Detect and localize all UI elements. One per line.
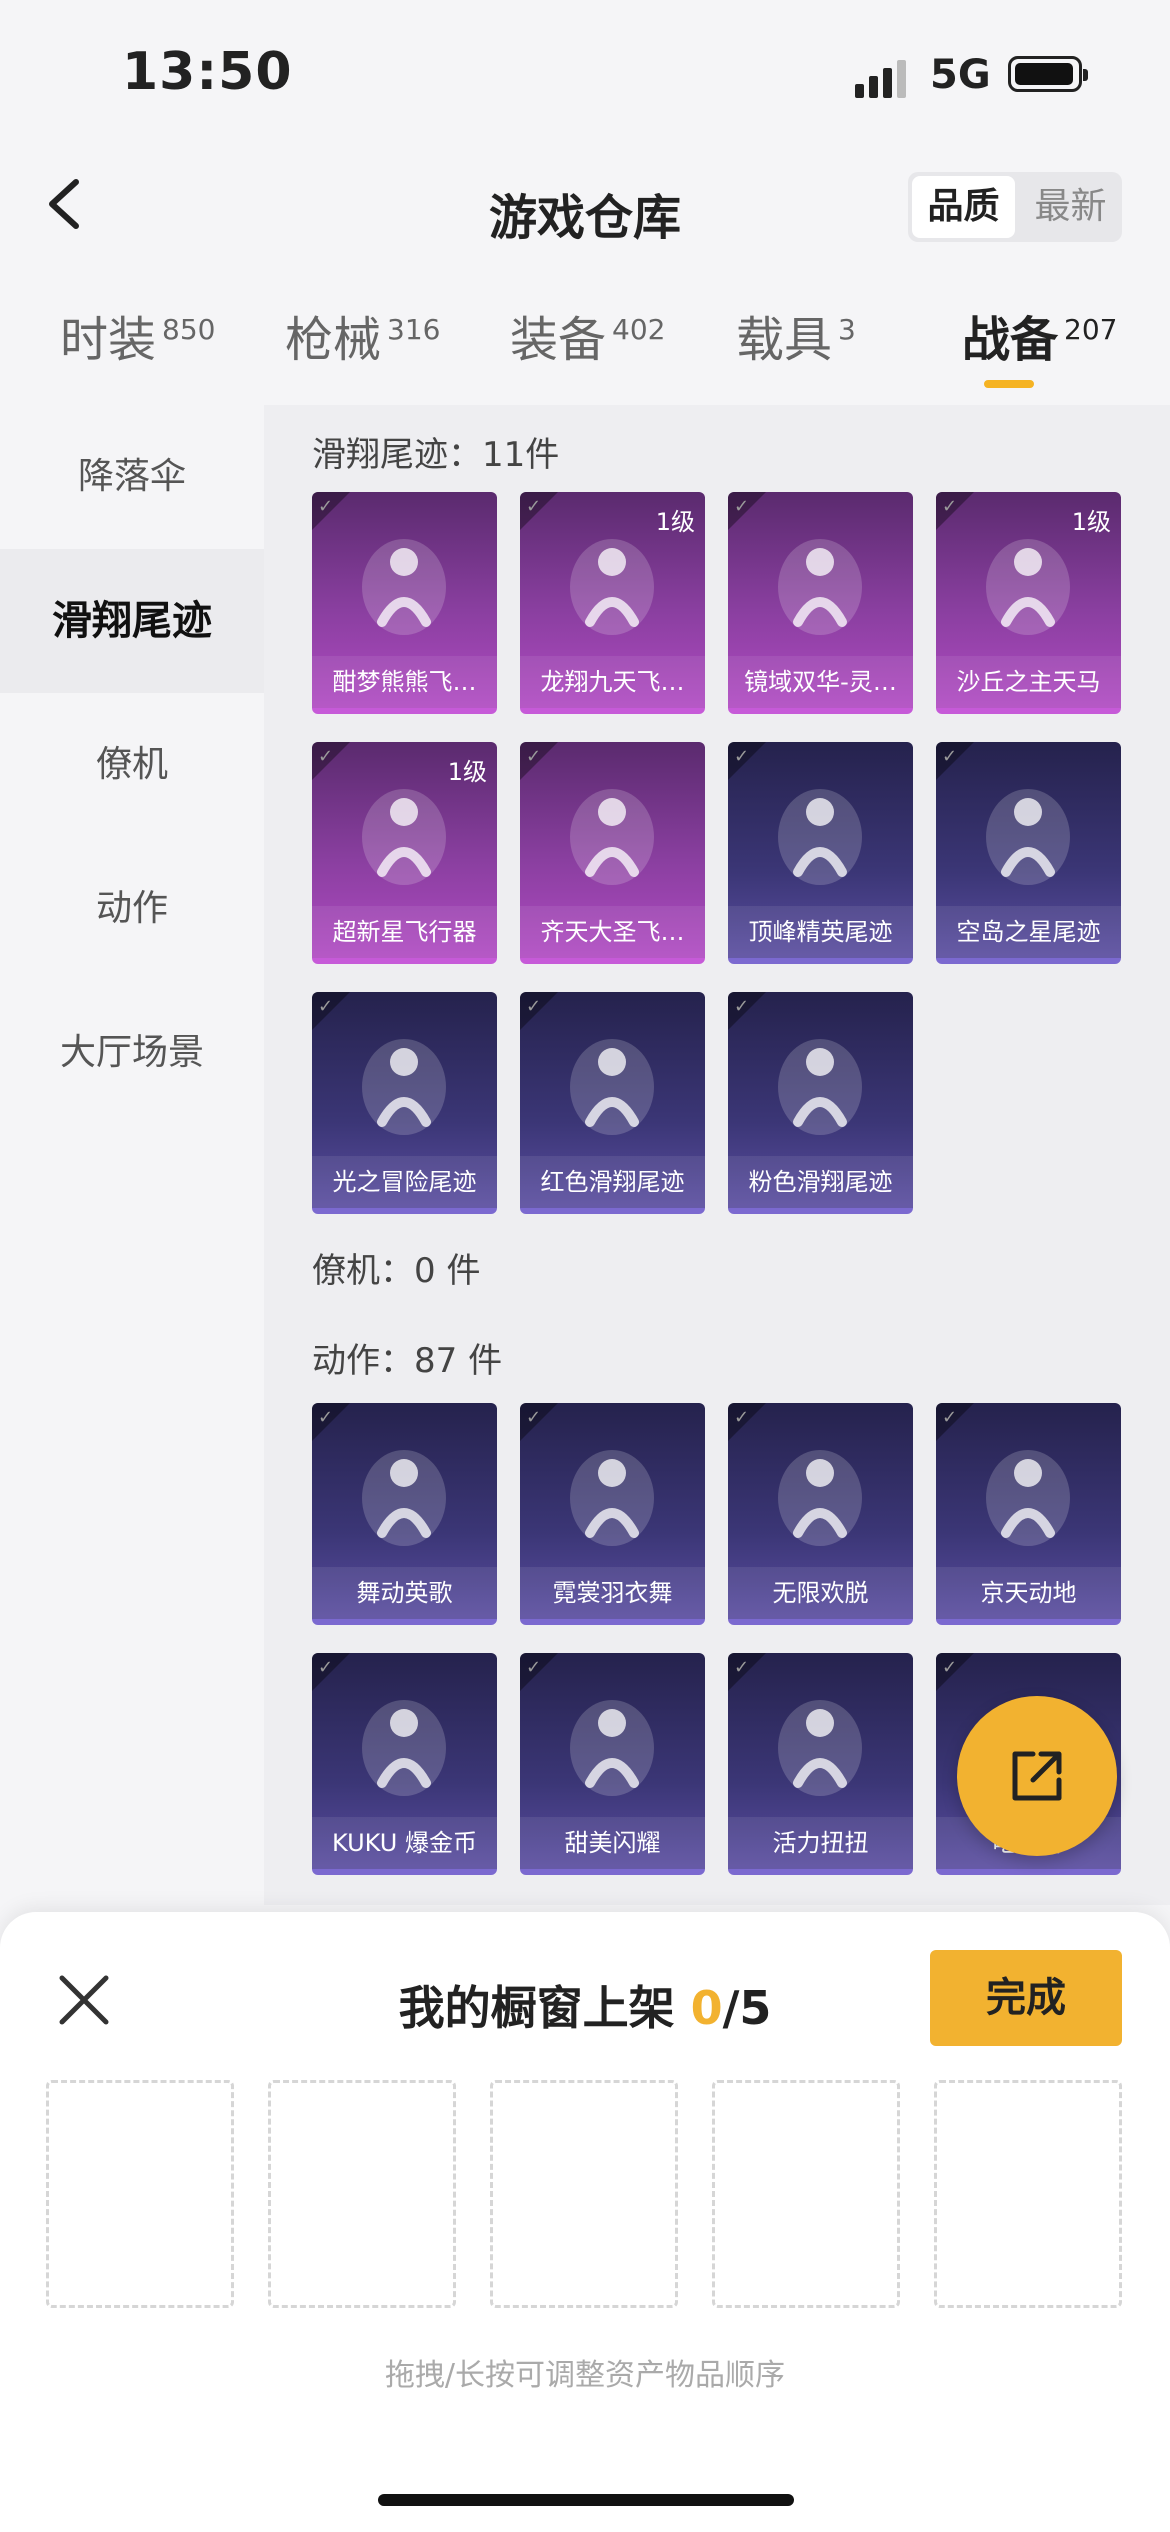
status-time: 13:50 [122,42,293,102]
item-card[interactable]: ✓ 舞动英歌 [312,1403,497,1625]
showcase-slot[interactable] [46,2080,234,2308]
item-level-badge: 1级 [655,508,695,536]
item-card[interactable]: ✓ 粉色滑翔尾迹 [728,992,913,1214]
home-indicator [378,2494,794,2506]
item-name: 光之冒险尾迹 [312,1156,497,1208]
item-name: 红色滑翔尾迹 [520,1156,705,1208]
signal-icon [855,58,915,98]
item-name: 甜美闪耀 [520,1817,705,1869]
item-name: 无限欢脱 [728,1567,913,1619]
item-card[interactable]: ✓ 1级 超新星飞行器 [312,742,497,964]
item-card[interactable]: ✓ 甜美闪耀 [520,1653,705,1875]
reorder-hint: 拖拽/长按可调整资产物品顺序 [384,2358,786,2393]
item-level-badge: 1级 [447,758,487,786]
item-name: 顶峰精英尾迹 [728,906,913,958]
battery-icon [1008,56,1088,92]
section-title-glide: 滑翔尾迹：11件 [312,435,560,475]
showcase-slot[interactable] [934,2080,1122,2308]
item-name: 京天动地 [936,1567,1121,1619]
section-title-wingman: 僚机：0 件 [312,1251,481,1291]
status-bar: 13:50 5G [0,0,1170,150]
item-artwork [312,1653,497,1833]
item-level-badge: 1级 [1071,508,1111,536]
item-name: 舞动英歌 [312,1567,497,1619]
item-name: 镜域双华-灵… [728,656,913,708]
sidebar-item-wingman[interactable]: 僚机 [0,693,264,837]
share-button[interactable] [957,1696,1117,1856]
tab-fashion[interactable]: 时装 850 [60,300,215,370]
item-card[interactable]: ✓ 空岛之星尾迹 [936,742,1121,964]
item-grid-area[interactable]: 滑翔尾迹：11件 ✓ 酣梦熊熊飞… ✓ 1级 龙翔九天飞… ✓ 镜域双华-灵… ✓ 1级 沙丘之主… [264,405,1170,1905]
item-card[interactable]: ✓ 1级 龙翔九天飞… [520,492,705,714]
item-card[interactable]: ✓ 光之冒险尾迹 [312,992,497,1214]
item-artwork [520,742,705,922]
item-card[interactable]: ✓ 活力扭扭 [728,1653,913,1875]
item-artwork [520,992,705,1172]
showcase-count-current: 0 [690,1981,723,2035]
section-title-emote: 动作：87 件 [312,1341,503,1381]
category-tabs: 时装 850 枪械 316 装备 402 载具 3 战备 207 [0,290,1170,400]
showcase-slot[interactable] [490,2080,678,2308]
item-name: 酣梦熊熊飞… [312,656,497,708]
item-name: 霓裳羽衣舞 [520,1567,705,1619]
item-name: 空岛之星尾迹 [936,906,1121,958]
sidebar-item-lobby-scene[interactable]: 大厅场景 [0,981,264,1125]
item-card[interactable]: ✓ 京天动地 [936,1403,1121,1625]
item-artwork [728,492,913,672]
item-artwork [936,742,1121,922]
share-icon [1012,1751,1062,1801]
nav-bar: 游戏仓库 品质 最新 [0,160,1170,260]
item-name: 活力扭扭 [728,1817,913,1869]
sidebar-item-emote[interactable]: 动作 [0,837,264,981]
item-artwork [728,742,913,922]
item-name: 龙翔九天飞… [520,656,705,708]
item-name: 沙丘之主天马 [936,656,1121,708]
item-artwork [312,492,497,672]
item-artwork [312,1403,497,1583]
sort-option-quality[interactable]: 品质 [912,176,1015,238]
item-name: 粉色滑翔尾迹 [728,1156,913,1208]
item-card[interactable]: ✓ 无限欢脱 [728,1403,913,1625]
sort-option-newest[interactable]: 最新 [1019,176,1122,238]
sort-toggle[interactable]: 品质 最新 [908,172,1122,242]
showcase-slot[interactable] [268,2080,456,2308]
item-card[interactable]: ✓ 红色滑翔尾迹 [520,992,705,1214]
active-tab-indicator [984,380,1034,388]
tab-firearms[interactable]: 枪械 316 [285,300,440,370]
showcase-slot[interactable] [712,2080,900,2308]
item-name: 齐天大圣飞… [520,906,705,958]
item-artwork [520,1653,705,1833]
tab-vehicles[interactable]: 载具 3 [736,300,856,370]
item-card[interactable]: ✓ 镜域双华-灵… [728,492,913,714]
item-artwork [520,1403,705,1583]
item-card[interactable]: ✓ 顶峰精英尾迹 [728,742,913,964]
item-artwork [728,992,913,1172]
tab-combat-gear[interactable]: 战备 207 [962,300,1117,370]
item-artwork [312,992,497,1172]
item-name: KUKU 爆金币 [312,1817,497,1869]
item-card[interactable]: ✓ KUKU 爆金币 [312,1653,497,1875]
showcase-sheet: 我的橱窗上架 0/5 完成 拖拽/长按可调整资产物品顺序 [0,1912,1170,2532]
item-name: 超新星飞行器 [312,906,497,958]
network-type: 5G [930,52,991,98]
sidebar-item-glide-trail[interactable]: 滑翔尾迹 [0,549,264,693]
sidebar-item-parachute[interactable]: 降落伞 [0,405,264,549]
item-card[interactable]: ✓ 酣梦熊熊飞… [312,492,497,714]
sidebar: 降落伞 滑翔尾迹 僚机 动作 大厅场景 [0,405,264,1905]
item-card[interactable]: ✓ 霓裳羽衣舞 [520,1403,705,1625]
item-card[interactable]: ✓ 1级 沙丘之主天马 [936,492,1121,714]
item-card[interactable]: ✓ 齐天大圣飞… [520,742,705,964]
done-button[interactable]: 完成 [930,1950,1122,2046]
item-artwork [728,1403,913,1583]
showcase-count-max: /5 [722,1981,772,2035]
item-artwork [936,1403,1121,1583]
item-artwork [728,1653,913,1833]
tab-equipment[interactable]: 装备 402 [510,300,665,370]
